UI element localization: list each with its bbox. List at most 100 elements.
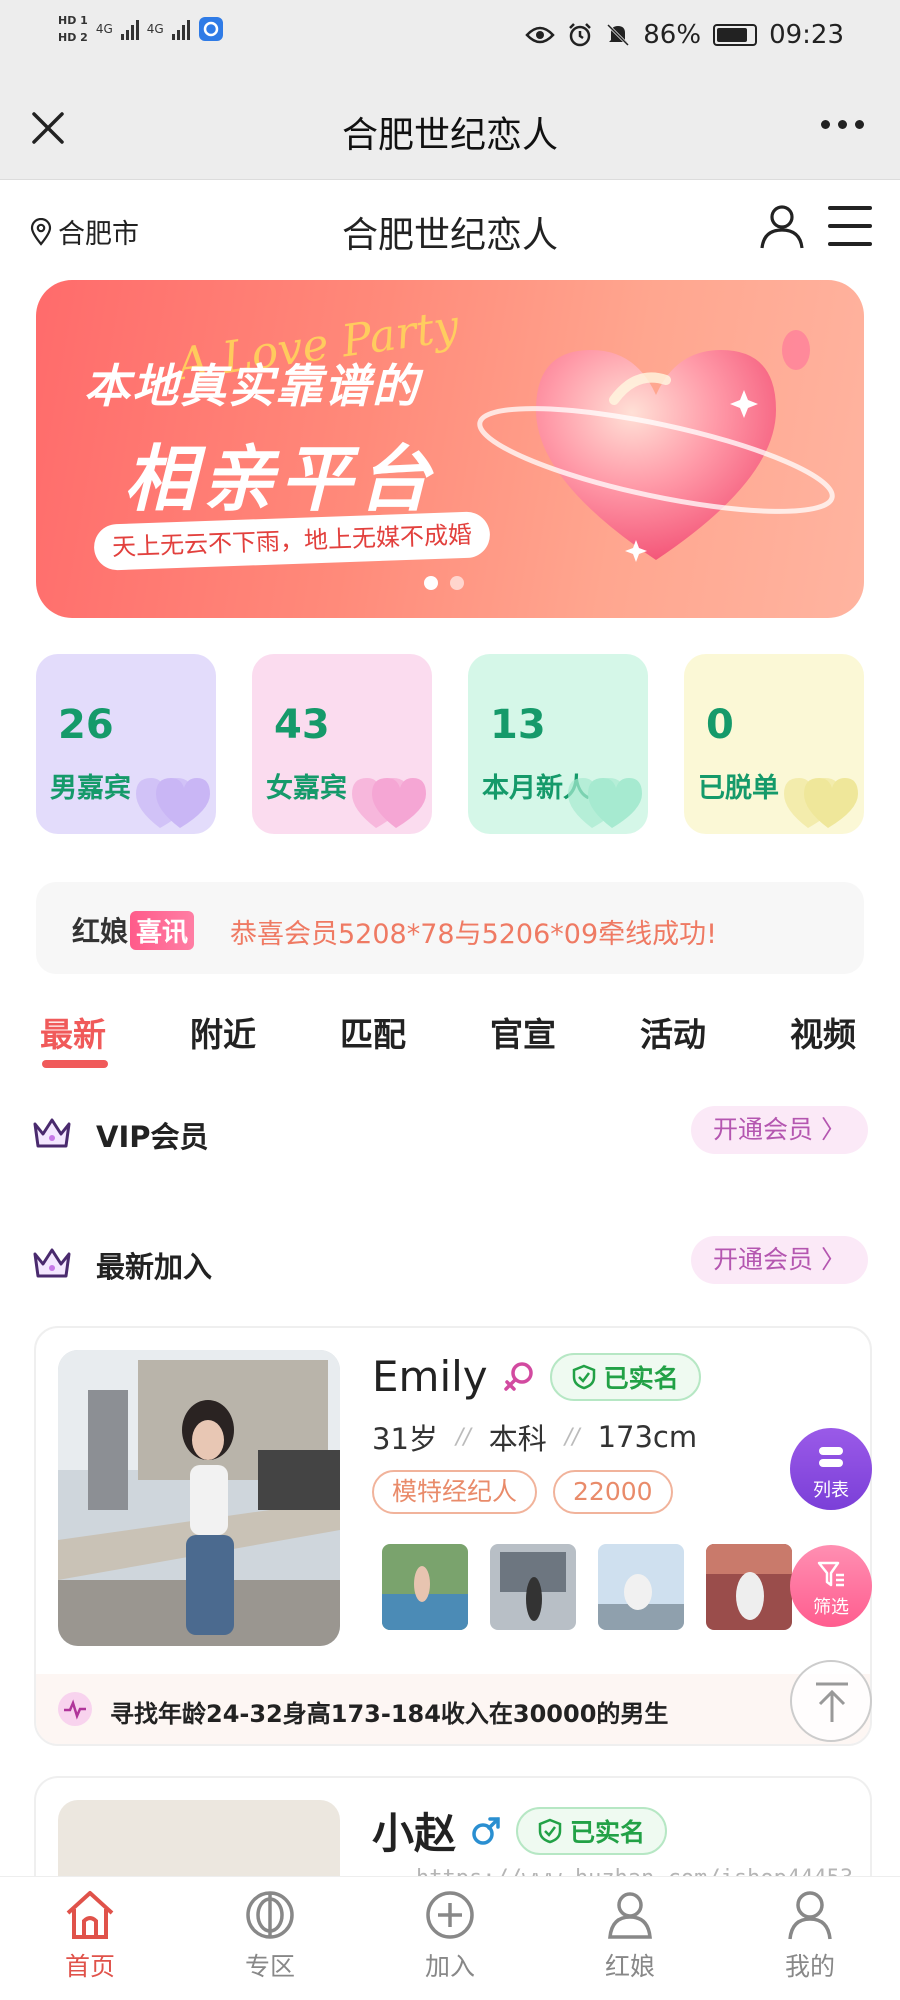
net1-label: 4G	[95, 22, 113, 36]
app-notification-icon	[198, 17, 223, 41]
male-icon	[472, 1816, 500, 1845]
profile-tag-job: 模特经纪人	[372, 1470, 538, 1514]
hd2-label: HD 2	[58, 31, 88, 44]
banner-subheadline: 相亲平台	[124, 437, 437, 521]
profile-thumbnail[interactable]	[490, 1544, 576, 1630]
alarm-icon	[569, 23, 592, 47]
list-view-button[interactable]: 列表	[790, 1428, 872, 1510]
filter-button[interactable]: 筛选	[790, 1545, 872, 1627]
clock: 09:23	[769, 20, 844, 50]
battery-percent: 86%	[643, 20, 702, 50]
verified-badge: 已实名	[549, 1352, 701, 1401]
site-header: 合肥市 合肥世纪恋人	[0, 180, 900, 280]
menu-icon[interactable]	[828, 206, 872, 246]
wechat-header: 合肥世纪恋人	[0, 80, 900, 180]
tab-video[interactable]: 视频	[790, 1008, 856, 1056]
tab-latest[interactable]: 最新	[40, 1008, 106, 1056]
notice-brand-tag: 喜讯	[130, 910, 195, 950]
profile-thumbnail[interactable]	[706, 1544, 792, 1630]
stat-label: 已脱单	[698, 773, 779, 804]
profile-name: 小赵	[372, 1809, 457, 1858]
nav-matchmaker-label: 红娘	[604, 1952, 655, 1981]
user-icon[interactable]	[758, 202, 806, 250]
newest-section-header: 最新加入 开通会员 〉	[32, 1234, 868, 1288]
zone-icon	[246, 1891, 294, 1939]
tab-events[interactable]: 活动	[640, 1008, 706, 1056]
profile-name: Emily	[372, 1352, 488, 1401]
verified-label: 已实名	[603, 1363, 679, 1393]
notice-text: 恭喜会员5208*78与5206*09牵线成功!	[230, 919, 717, 950]
filter-label: 筛选	[813, 1597, 849, 1618]
crown-icon	[33, 1248, 71, 1278]
stat-value: 0	[706, 702, 734, 748]
back-to-top-button[interactable]	[790, 1660, 872, 1742]
stat-value: 13	[490, 702, 546, 748]
banner-headline: 本地真实靠谱的	[84, 359, 420, 413]
seeking-bar: 寻找年龄24-32身高173-184收入在30000的男生	[36, 1674, 870, 1744]
list-icon	[819, 1447, 843, 1467]
profile-tag-income: 22000	[553, 1470, 673, 1514]
profile-name-row: 小赵 已实名	[372, 1800, 668, 1861]
heart-planet-icon	[477, 330, 835, 562]
nav-home[interactable]: 首页	[30, 1887, 150, 1983]
tab-announce[interactable]: 官宣	[490, 1008, 556, 1056]
signal-icon	[171, 18, 190, 40]
verified-badge: 已实名	[516, 1806, 668, 1855]
more-icon[interactable]	[821, 120, 864, 129]
status-bar: HD 1 HD 2 4G 4G 86% 09:23	[0, 0, 900, 80]
stat-label: 男嘉宾	[50, 773, 131, 804]
separator: //	[564, 1424, 580, 1450]
stat-card-new[interactable]: 13 本月新人	[468, 654, 648, 834]
heart-icon	[352, 778, 426, 828]
notice-brand-text: 红娘	[72, 915, 129, 948]
nav-profile[interactable]: 我的	[750, 1887, 870, 1983]
hero-banner[interactable]: A Love Party 本地真实靠谱的 相亲平台 天上无云不下雨，地上无媒不成…	[36, 280, 864, 618]
stat-card-female[interactable]: 43 女嘉宾	[252, 654, 432, 834]
profile-age: 31岁	[372, 1422, 438, 1456]
profile-tags: 模特经纪人 22000	[372, 1470, 673, 1514]
nav-profile-label: 我的	[784, 1952, 835, 1981]
separator: //	[455, 1424, 471, 1450]
status-left: HD 1 HD 2 4G 4G	[58, 14, 224, 44]
net2-label: 4G	[146, 22, 164, 36]
open-membership-button[interactable]: 开通会员 〉	[691, 1106, 868, 1154]
vip-section-header: VIP会员 开通会员 〉	[32, 1104, 868, 1158]
female-icon	[503, 1361, 533, 1391]
profile-thumbnails	[382, 1544, 792, 1630]
profile-attributes: 31岁 // 本科 // 173cm	[372, 1416, 697, 1458]
vip-section-title: VIP会员	[96, 1120, 209, 1154]
open-membership-button[interactable]: 开通会员 〉	[691, 1236, 868, 1284]
person-icon	[788, 1891, 832, 1940]
tab-nearby[interactable]: 附近	[190, 1008, 256, 1056]
notice-brand: 红娘 喜讯	[72, 910, 195, 950]
list-view-label: 列表	[813, 1480, 849, 1501]
profile-photo[interactable]	[58, 1350, 340, 1646]
nav-matchmaker[interactable]: 红娘	[570, 1887, 690, 1983]
tab-match[interactable]: 匹配	[340, 1008, 406, 1056]
battery-icon	[713, 24, 758, 46]
status-right: 86% 09:23	[525, 20, 844, 50]
stat-label: 女嘉宾	[266, 773, 347, 804]
nav-zone-label: 专区	[244, 1952, 295, 1981]
nav-home-label: 首页	[64, 1952, 115, 1981]
newest-section-title: 最新加入	[96, 1250, 213, 1284]
profile-card[interactable]: Emily 已实名 31岁 // 本科 // 173cm 模特经纪人 22000…	[34, 1326, 872, 1746]
nav-join[interactable]: 加入	[390, 1887, 510, 1983]
profile-height: 173cm	[597, 1420, 698, 1454]
stat-card-male[interactable]: 26 男嘉宾	[36, 654, 216, 834]
heart-icon	[784, 778, 858, 828]
heart-icon	[568, 778, 642, 828]
nav-join-label: 加入	[424, 1952, 475, 1981]
stat-card-matched[interactable]: 0 已脱单	[684, 654, 864, 834]
profile-thumbnail[interactable]	[382, 1544, 468, 1630]
profile-education: 本科	[488, 1422, 547, 1456]
mute-icon	[607, 23, 630, 47]
content-tabs: 最新 附近 匹配 官宣 活动 视频	[0, 1008, 900, 1072]
matchmaker-notice[interactable]: 红娘 喜讯 恭喜会员5208*78与5206*09牵线成功!	[36, 882, 864, 974]
nav-zone[interactable]: 专区	[210, 1887, 330, 1983]
stat-value: 26	[58, 702, 114, 748]
heartbeat-icon	[58, 1692, 92, 1726]
wechat-title: 合肥世纪恋人	[341, 115, 558, 156]
profile-thumbnail[interactable]	[598, 1544, 684, 1630]
shield-check-icon	[538, 1818, 562, 1843]
